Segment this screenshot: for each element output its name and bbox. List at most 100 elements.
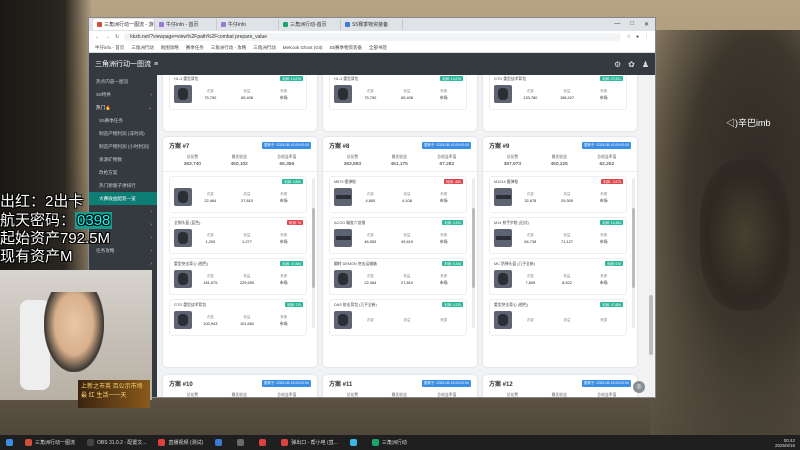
equipment-item[interactable]: M870 霰弹枪 利润: -683 花费 4,800 收益 4,108 来源 市场 [329, 176, 467, 213]
item-stat-value: 1,277 [242, 239, 252, 244]
bookmark-item[interactable]: 牛仔info - 首页 [95, 45, 124, 51]
page-scrollbar[interactable] [649, 75, 653, 397]
equipment-item[interactable]: 重型突击背心 (橙色) 利润: 47,884 花费 181,675 收益 229,559 来… [169, 258, 307, 295]
reload-icon[interactable]: ↻ [115, 34, 119, 40]
bookmark-item[interactable]: MeKook Ghost (Git) [283, 45, 323, 50]
star-icon[interactable]: ☆ [626, 34, 630, 40]
chat-fab-button[interactable]: ◎ [633, 381, 645, 393]
app-title[interactable]: 三角洲行动一图流 [95, 59, 151, 69]
settings-icon[interactable]: ✿ [628, 60, 635, 69]
bookmark-item[interactable]: 三角洲行动 [131, 45, 154, 51]
plan-stat-label: 最优收益 [551, 155, 567, 159]
plan-card-header: 方案 #12 更新于: 2025-08-15 00:00:00 [483, 375, 637, 391]
browser-tab[interactable]: 牛仔info [217, 19, 279, 30]
backpack-icon [174, 311, 192, 329]
item-stat-value: 49,619 [401, 239, 413, 244]
equipment-item[interactable]: 利润: 4,860 花费 22,464 收益 27,810 来源 市场 [169, 176, 307, 213]
item-stat-value: 84,738 [524, 239, 537, 244]
user-icon[interactable]: ♟ [642, 60, 649, 69]
equipment-item[interactable]: 重型突击背心 (橙色) 利润: 47,884 花费 收益 来源 [489, 299, 627, 336]
item-list-scrollbar[interactable] [312, 178, 315, 328]
sidebar-item[interactable]: S5特供 › [89, 88, 157, 101]
taskbar-item[interactable] [231, 435, 253, 450]
equipment-item[interactable]: 翻转 DEMON 突击运输箱 利润: 5,346 花费 22,464 收益 27,810 来… [329, 258, 467, 295]
taskbar-item[interactable]: OBS 31.0.2 - 配置文... [81, 435, 152, 450]
item-body: 花费 75,790 收益 65,408 来源 市场 [334, 85, 462, 103]
browser-tab[interactable]: 三角洲行动一图流 - 游戏 [93, 19, 155, 30]
maximize-button[interactable]: □ [630, 21, 634, 28]
plan-card: 方案 #11 更新于: 2025-08-15 00:00:00 总花费402,144… [323, 375, 477, 397]
menu-toggle-icon[interactable]: ≡ [154, 61, 158, 68]
item-stat-type: 来源 [585, 317, 622, 324]
browser-tab[interactable]: 三角洲行动-首页 [279, 19, 341, 30]
taskbar-item[interactable] [209, 435, 231, 450]
app-icon [215, 439, 223, 446]
back-icon[interactable]: ← [95, 34, 100, 40]
sidebar-item[interactable]: 制造产物利润 (小时利润) [89, 140, 157, 153]
taskbar-item[interactable]: 三角洲行动一图流 [19, 435, 81, 450]
scrollbar-thumb[interactable] [472, 208, 475, 288]
sidebar-item[interactable]: 热门新版子弹排行 [89, 179, 157, 192]
sidebar-item[interactable]: 制造产物利润 (非时间) [89, 127, 157, 140]
gear-icon[interactable]: ⚙ [614, 60, 621, 69]
equipment-item[interactable]: GTO 重型战术背包 利润: 23,321 花费 133,780 收益 158,427 来源… [489, 75, 627, 110]
item-stat-value: 市场 [439, 279, 448, 285]
equipment-item[interactable]: M1014 霰弹枪 利润: -3,573 花费 32,878 收益 29,305 来源 市场 [489, 176, 627, 213]
equipment-item[interactable]: 全钢头盔 (蓝色) 利润: 74 花费 1,203 收益 1,277 来源 市场 [169, 217, 307, 254]
equipment-item[interactable]: DAS 射击背包 (几乎全新) 利润: 4,233 花费 收益 来源 [329, 299, 467, 336]
profile-icon[interactable]: ● [636, 34, 639, 40]
taskbar-item-label: 弹出口 - 帮小电 (直... [291, 440, 338, 446]
sidebar-item[interactable]: S5赛季任务 [89, 114, 157, 127]
equipment-item[interactable]: GTO 重型战术背包 利润: 719 花费 100,943 收益 101,662 来源 市场 [169, 299, 307, 336]
sidebar-item[interactable]: 改枪方案 [89, 166, 157, 179]
browser-tab[interactable]: 牛仔info - 首页 [155, 19, 217, 30]
sidebar-item[interactable]: 热点内容一图流 [89, 75, 157, 88]
sidebar-item[interactable]: 资源矿物数 [89, 153, 157, 166]
browser-tab[interactable]: S5赛季物资装备 [341, 19, 403, 30]
plan-stat-value: 最优收益450,622 [391, 393, 408, 397]
taskbar-item[interactable] [344, 435, 366, 450]
tray-date[interactable]: 2025/8/15 [775, 443, 795, 448]
url-input[interactable]: kkzb.net/?viewpage=view%2Fpath%2Fcombat … [124, 33, 622, 41]
equipment-item[interactable]: HL-3 重型背包 利润: 14,676 花费 75,790 收益 65,408 来源 市场 [329, 75, 467, 110]
taskbar-item-label: OBS 31.0.2 - 配置文... [97, 440, 147, 446]
taskbar-item[interactable] [253, 435, 275, 450]
bookmark-item[interactable]: 三角洲行动 - 攻略 [211, 45, 247, 51]
item-stat-value: 市场 [599, 279, 608, 285]
forward-icon[interactable]: → [105, 34, 110, 40]
item-stat-label: 收益 [403, 233, 411, 237]
menu-icon[interactable]: ⋮ [644, 34, 649, 40]
equipment-item[interactable]: HL-3 重型背包 利润: 14,676 花费 75,790 收益 65,408 来源 市场 [169, 75, 307, 110]
plan-title: 方案 #12 [489, 381, 513, 388]
taskbar-item[interactable]: 弹出口 - 帮小电 (直... [275, 435, 344, 450]
update-time-badge: 更新于: 2025-08-15 00:00:00 [582, 379, 631, 387]
bookmark-item[interactable]: 赛季任务 [186, 45, 204, 51]
bookmark-item[interactable]: 地图攻略 [161, 45, 179, 51]
item-stat-label: 来源 [600, 273, 608, 278]
chevron-icon: › [150, 221, 152, 228]
item-list-scrollbar[interactable] [632, 178, 635, 328]
bookmark-item[interactable]: S5赛季物资装备 [330, 45, 363, 51]
bookmark-item[interactable]: 三角洲行动 [253, 45, 276, 51]
close-button[interactable]: ✕ [644, 21, 649, 28]
start-button[interactable] [0, 435, 19, 450]
equipment-item[interactable]: MC 防弹头盔 (几乎全新) 利润: 678 花费 7,849 收益 8,522 来源 市场 [489, 258, 627, 295]
item-list: M870 霰弹枪 利润: -683 花费 4,800 收益 4,108 来源 市场 ACOG 瞄… [323, 172, 477, 342]
item-stat-value: 市场 [599, 197, 608, 203]
bookmark-item[interactable]: 全部书签 [369, 45, 387, 51]
taskbar-item[interactable]: 三角洲行动 [366, 435, 413, 450]
item-stat-cost: 花费 46,553 [352, 232, 389, 244]
sidebar-item[interactable]: › [89, 257, 157, 270]
scrollbar-thumb[interactable] [632, 208, 635, 288]
scrollbar-thumb[interactable] [312, 208, 315, 288]
sidebar-item[interactable]: 大赛收益配装一览 [89, 192, 157, 205]
item-stat-value: 229,559 [239, 280, 255, 285]
taskbar-item[interactable]: 直播视频 (测试) [152, 435, 209, 450]
item-stat-value: 46,553 [364, 239, 377, 244]
equipment-item[interactable]: M14 射手步枪 (旧式) 利润: 16,384 花费 84,738 收益 71,127 来… [489, 217, 627, 254]
plan-stat-cost: 总花费400,227 [184, 393, 201, 397]
minimize-button[interactable]: — [614, 21, 620, 28]
item-list-scrollbar[interactable] [472, 178, 475, 328]
equipment-item[interactable]: ACOG 瞄准六倍镜 利润: 3,253 花费 46,553 收益 49,619 来源 市场 [329, 217, 467, 254]
sidebar-item[interactable]: 热门🔥 ⌄ [89, 101, 157, 114]
